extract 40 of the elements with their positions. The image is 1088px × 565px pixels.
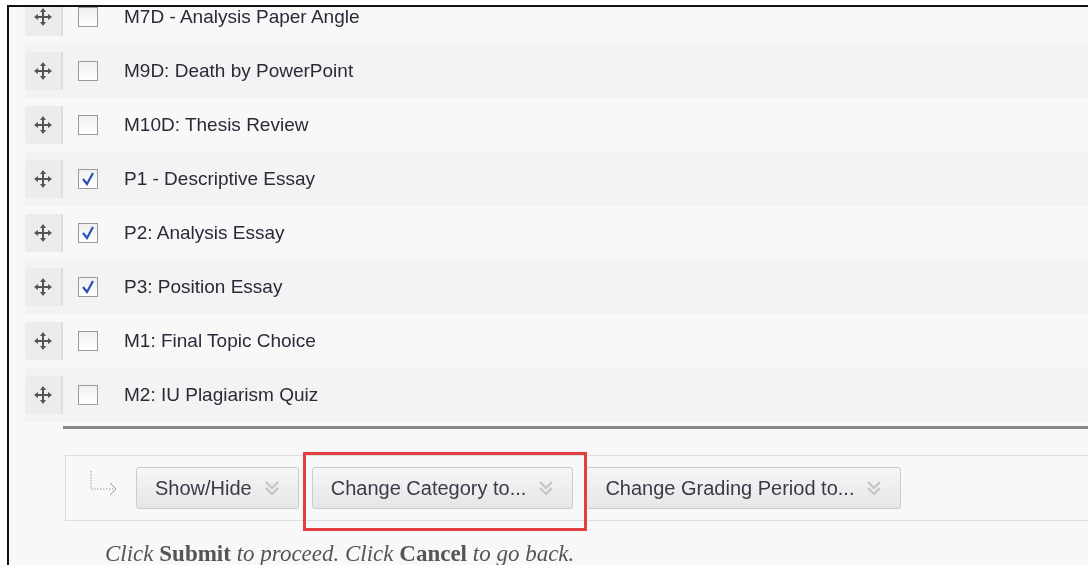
checkbox[interactable] (78, 277, 98, 297)
double-chevron-icon (263, 480, 280, 496)
item-label: M1: Final Topic Choice (124, 330, 316, 352)
drag-handle[interactable] (25, 376, 63, 414)
move-icon (33, 331, 53, 351)
move-icon (33, 223, 53, 243)
item-label: M10D: Thesis Review (124, 114, 309, 136)
drag-handle[interactable] (25, 52, 63, 90)
move-icon (33, 7, 53, 27)
item-label: P2: Analysis Essay (124, 222, 285, 244)
checkbox[interactable] (78, 115, 98, 135)
double-chevron-icon (538, 480, 555, 496)
drag-handle[interactable] (25, 106, 63, 144)
item-label: M7D - Analysis Paper Angle (124, 7, 360, 28)
item-label: P1 - Descriptive Essay (124, 168, 316, 190)
dropdown-button[interactable]: Show/Hide (136, 467, 299, 509)
connector-arrow-icon (90, 471, 118, 497)
checkbox[interactable] (78, 61, 98, 81)
instruction-text: Click Submit to proceed. Click Cancel to go back. (105, 541, 576, 565)
move-icon (33, 61, 53, 81)
checkbox[interactable] (78, 223, 98, 243)
drag-handle[interactable] (25, 322, 63, 360)
drag-handle[interactable] (25, 268, 63, 306)
checkbox[interactable] (78, 169, 98, 189)
item-label: M2: IU Plagiarism Quiz (124, 384, 319, 406)
item-label: P3: Position Essay (124, 276, 283, 298)
move-icon (33, 169, 53, 189)
checkbox[interactable] (78, 7, 98, 27)
checkbox[interactable] (78, 331, 98, 351)
move-icon (33, 385, 53, 405)
double-chevron-icon (866, 480, 883, 496)
move-icon (33, 277, 53, 297)
drag-handle[interactable] (25, 160, 63, 198)
dropdown-button[interactable]: Change Grading Period to... (586, 467, 902, 509)
drag-handle[interactable] (25, 7, 63, 36)
checkbox[interactable] (78, 385, 98, 405)
item-label: M9D: Death by PowerPoint (124, 60, 354, 82)
drag-handle[interactable] (25, 214, 63, 252)
dropdown-button[interactable]: Change Category to... (311, 467, 574, 509)
move-icon (33, 115, 53, 135)
